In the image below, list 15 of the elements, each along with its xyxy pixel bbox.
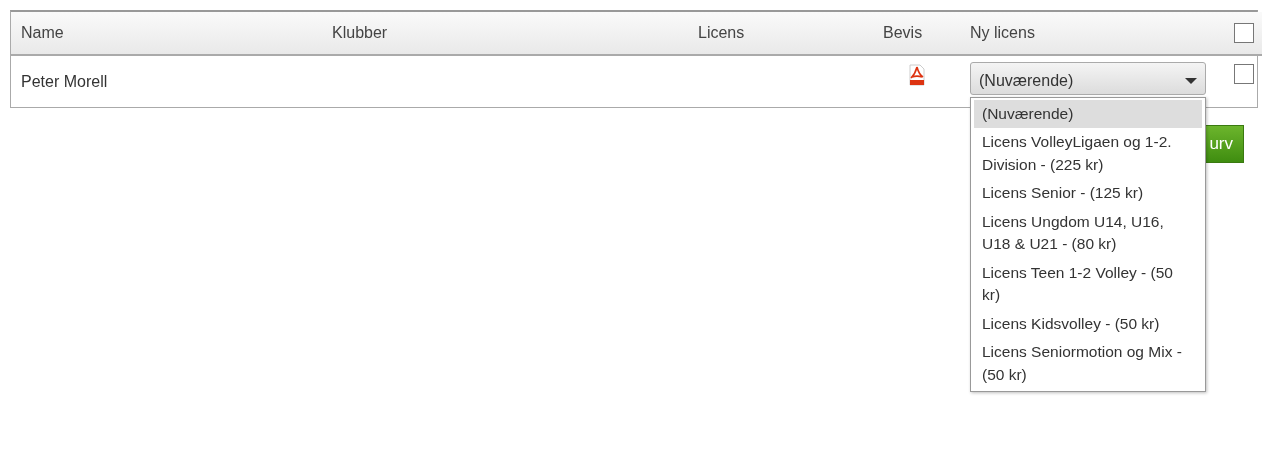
dropdown-option[interactable]: (Nuværende) [974,100,1202,129]
dropdown-option[interactable]: Licens Seniormotion og Mix - (50 kr) [974,338,1202,390]
dropdown-option[interactable]: Licens Ungdom U14, U16, U18 & U21 - (80 kr) [974,207,1202,259]
column-header[interactable]: Ny licens [970,21,1035,45]
dropdown-option[interactable]: Licens Kidsvolley - (50 kr) [974,309,1202,339]
column-header[interactable]: Licens [698,21,745,45]
caret-icon [1185,77,1197,84]
pdf-icon[interactable] [907,64,926,86]
dropdown-option[interactable]: Licens Senior - (125 kr) [974,179,1202,208]
column-header[interactable]: Name [21,21,64,45]
checkbox[interactable] [1234,64,1254,84]
table-cell-text: Peter Morell [21,71,108,92]
dropdown-option[interactable]: Licens Teen 1-2 Volley - (50 kr) [974,258,1202,310]
checkbox[interactable] [1234,23,1254,43]
column-header[interactable]: Klubber [332,21,388,45]
